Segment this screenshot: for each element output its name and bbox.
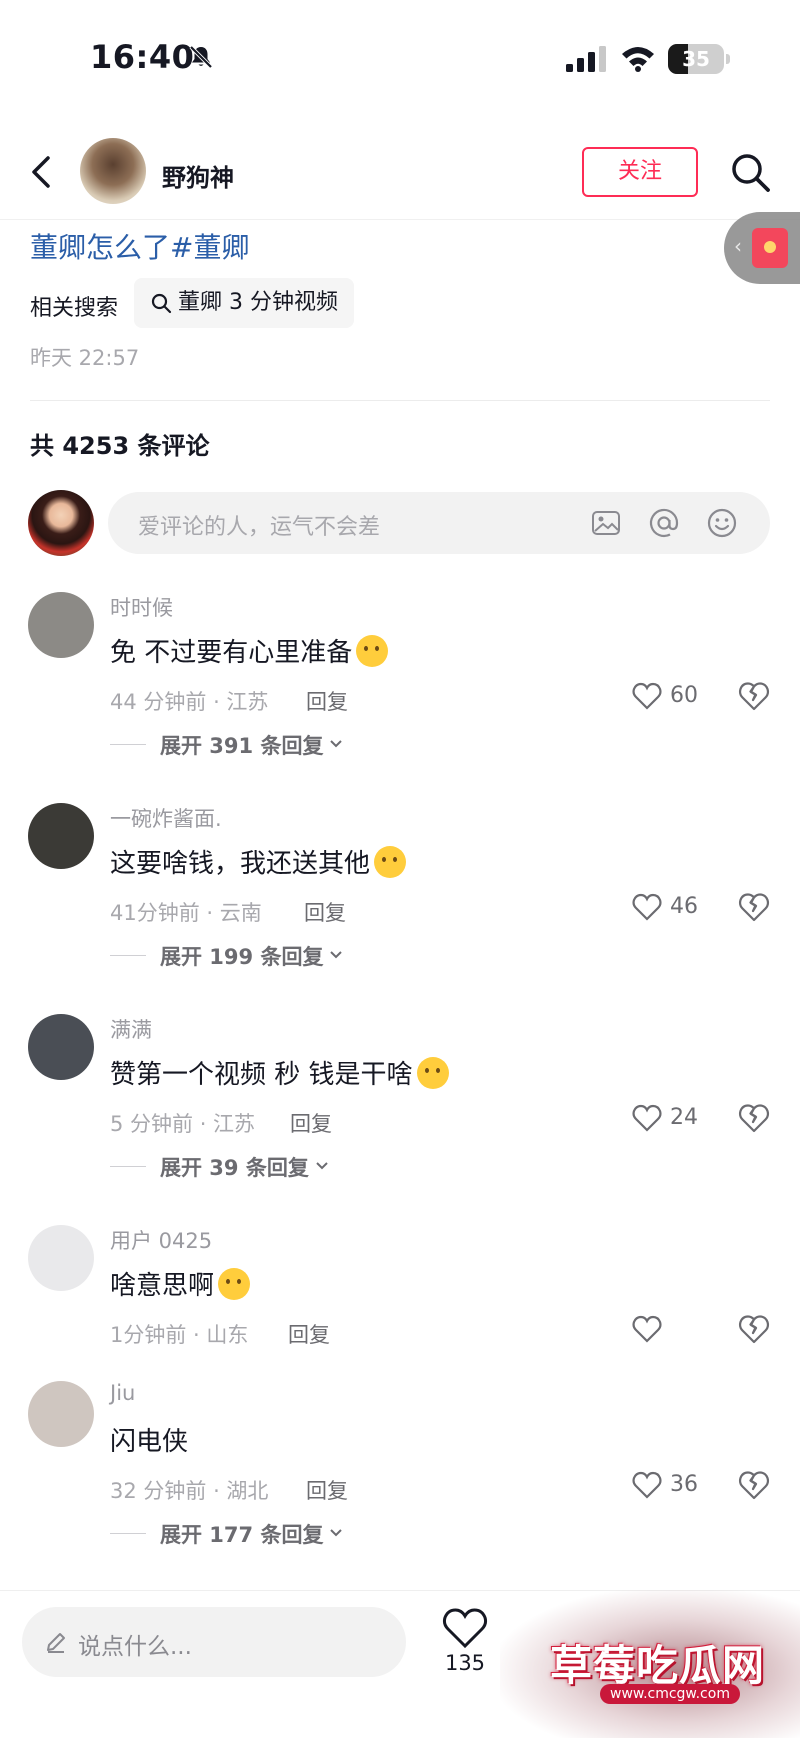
red-envelope-icon	[752, 228, 788, 268]
reply-button[interactable]: 回复	[306, 686, 348, 716]
search-icon[interactable]	[728, 150, 772, 194]
reply-button[interactable]: 回复	[306, 1475, 348, 1505]
commenter-name[interactable]: Jiu	[110, 1381, 135, 1405]
comment-text: 免 不过要有心里准备	[110, 632, 389, 669]
battery-level: 35	[682, 47, 710, 71]
post-timestamp: 昨天 22:57	[30, 346, 140, 370]
chevron-down-icon	[330, 1529, 342, 1537]
search-icon	[151, 293, 172, 314]
broken-heart-icon[interactable]	[738, 1469, 770, 1501]
reply-button[interactable]: 回复	[304, 897, 346, 927]
comment-like-count: 46	[670, 894, 698, 919]
expand-replies-label: 展开 199 条回复	[160, 945, 324, 969]
comment-like-button[interactable]: 24	[632, 1102, 722, 1136]
chevron-left-icon: ‹	[734, 234, 742, 258]
say-something-placeholder: 说点什么...	[78, 1634, 192, 1660]
comment-like-button[interactable]: 36	[632, 1469, 722, 1503]
heart-icon	[632, 1315, 662, 1343]
reply-button[interactable]: 回复	[288, 1319, 330, 1349]
commenter-name[interactable]: 满满	[110, 1014, 152, 1044]
author-avatar[interactable]	[80, 138, 146, 204]
comment-like-count: 60	[670, 683, 698, 708]
comment-input[interactable]: 爱评论的人，运气不会差	[108, 492, 770, 554]
comment-input-row: 爱评论的人，运气不会差	[0, 488, 800, 558]
divider	[30, 400, 770, 401]
chevron-down-icon	[316, 1162, 328, 1170]
reply-button[interactable]: 回复	[290, 1108, 332, 1138]
comment-like-count: 36	[670, 1472, 698, 1497]
video-caption[interactable]: 董卿怎么了#董卿	[30, 226, 249, 266]
comment-time-location: 1分钟前 · 山东	[110, 1323, 249, 1347]
expand-replies-label: 展开 391 条回复	[160, 734, 324, 758]
comment-time-location: 32 分钟前 · 湖北	[110, 1479, 269, 1503]
pencil-icon	[47, 1633, 65, 1653]
image-icon[interactable]	[590, 507, 622, 539]
status-time: 16:40	[90, 38, 195, 76]
broken-heart-icon[interactable]	[738, 1102, 770, 1134]
comment-like-button[interactable]: 46	[632, 891, 722, 925]
related-search-chip[interactable]: 董卿 3 分钟视频	[134, 278, 354, 328]
broken-heart-icon[interactable]	[738, 891, 770, 923]
comment-like-button[interactable]	[632, 1313, 722, 1347]
video-header: 野狗神 关注	[0, 130, 800, 220]
comment-text: 啥意思啊	[110, 1265, 251, 1302]
heart-icon	[632, 893, 662, 921]
comment-item[interactable]: 时时候 免 不过要有心里准备 44 分钟前 · 江苏 回复 60 展开 391 …	[0, 592, 800, 772]
commenter-avatar[interactable]	[28, 1014, 94, 1080]
heart-icon	[632, 1471, 662, 1499]
comment-like-button[interactable]: 60	[632, 680, 722, 714]
comment-count: 共 4253 条评论	[30, 432, 210, 460]
commenter-name[interactable]: 时时候	[110, 592, 173, 622]
comment-text: 这要啥钱，我还送其他	[110, 843, 407, 880]
my-avatar	[28, 490, 94, 556]
wifi-icon	[622, 47, 654, 72]
heart-icon	[632, 682, 662, 710]
comment-input-placeholder: 爱评论的人，运气不会差	[138, 515, 381, 540]
comment-like-count: 24	[670, 1105, 698, 1130]
related-search-label: 相关搜索	[30, 296, 119, 321]
expand-replies-label: 展开 39 条回复	[160, 1156, 309, 1180]
red-packet-widget[interactable]: ‹	[724, 212, 800, 284]
battery-indicator: 35	[668, 44, 730, 74]
like-heart-icon[interactable]	[442, 1607, 488, 1649]
say-something-input[interactable]: 说点什么...	[22, 1607, 406, 1677]
cellular-signal-icon	[566, 46, 606, 72]
bell-off-icon	[189, 45, 213, 69]
chevron-down-icon	[330, 740, 342, 748]
chevron-down-icon	[330, 951, 342, 959]
thinking-face-emoji	[416, 1057, 449, 1089]
watermark-url: www.cmcgw.com	[600, 1684, 740, 1704]
commenter-avatar[interactable]	[28, 1225, 94, 1291]
comment-item[interactable]: 用户 0425 啥意思啊 1分钟前 · 山东 回复	[0, 1225, 800, 1405]
related-search-query: 董卿 3 分钟视频	[178, 290, 338, 315]
comment-item[interactable]: 满满 赞第一个视频 秒 钱是干啥 5 分钟前 · 江苏 回复 24 展开 39 …	[0, 1014, 800, 1194]
comment-text: 闪电侠	[110, 1427, 189, 1457]
broken-heart-icon[interactable]	[738, 1313, 770, 1345]
commenter-name[interactable]: 一碗炸酱面.	[110, 803, 222, 833]
commenter-name[interactable]: 用户 0425	[110, 1225, 212, 1255]
yum-face-emoji	[356, 635, 389, 667]
video-like-count: 135	[444, 1651, 486, 1675]
mention-icon[interactable]	[648, 507, 680, 539]
heart-icon	[632, 1104, 662, 1132]
comment-time-location: 41分钟前 · 云南	[110, 901, 262, 925]
laughing-crying-emoji	[374, 846, 407, 878]
emoji-icon[interactable]	[706, 507, 738, 539]
status-bar: 16:40 35	[0, 0, 800, 120]
comment-time-location: 44 分钟前 · 江苏	[110, 690, 269, 714]
commenter-avatar[interactable]	[28, 1381, 94, 1447]
back-arrow-icon[interactable]	[26, 152, 56, 192]
commenter-avatar[interactable]	[28, 592, 94, 658]
watermark-logo: 草莓吃瓜网 www.cmcgw.com	[500, 1590, 800, 1738]
comment-time-location: 5 分钟前 · 江苏	[110, 1112, 256, 1136]
commenter-avatar[interactable]	[28, 803, 94, 869]
comment-item[interactable]: 一碗炸酱面. 这要啥钱，我还送其他 41分钟前 · 云南 回复 46 展开 19…	[0, 803, 800, 983]
follow-button[interactable]: 关注	[582, 147, 698, 197]
author-name[interactable]: 野狗神	[162, 158, 234, 193]
broken-heart-icon[interactable]	[738, 680, 770, 712]
pleading-face-emoji	[218, 1268, 251, 1300]
comment-text: 赞第一个视频 秒 钱是干啥	[110, 1054, 449, 1091]
comment-item[interactable]: Jiu 闪电侠 32 分钟前 · 湖北 回复 36 展开 177 条回复	[0, 1381, 800, 1561]
expand-replies-label: 展开 177 条回复	[160, 1523, 324, 1547]
